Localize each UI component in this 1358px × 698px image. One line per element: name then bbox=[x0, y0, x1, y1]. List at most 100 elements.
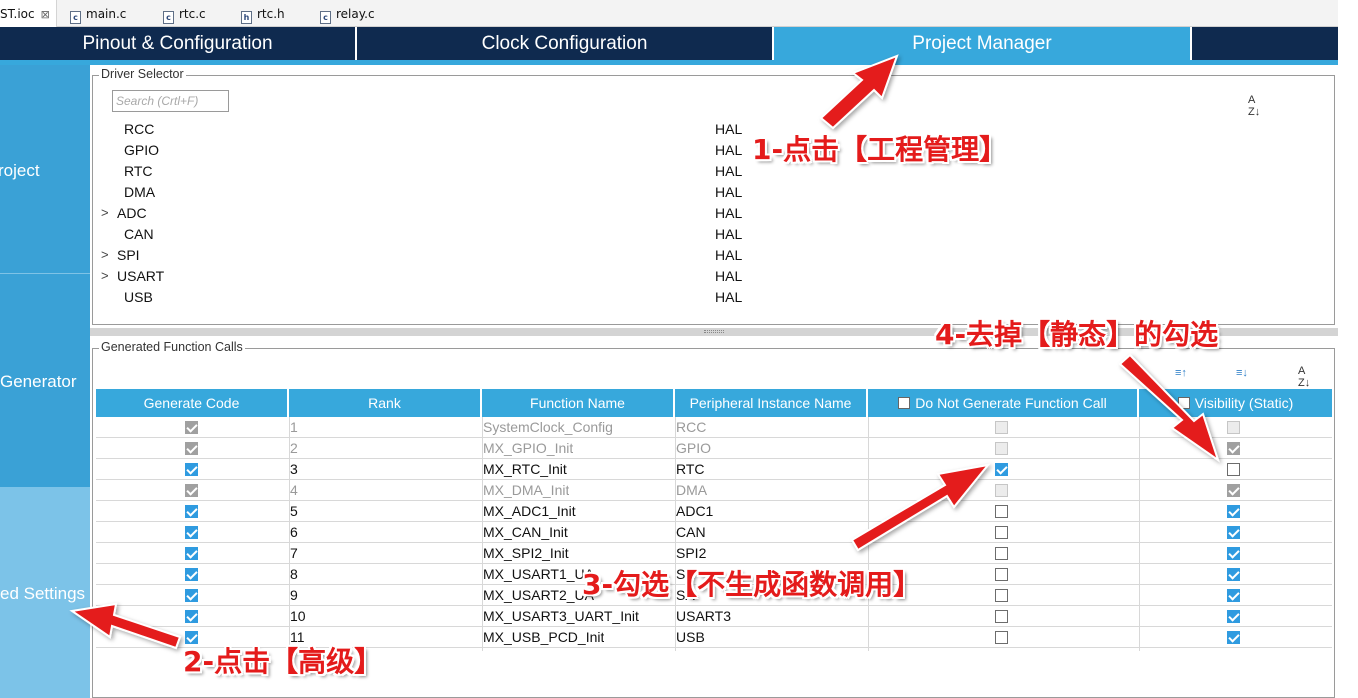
driver-row[interactable]: DMA HAL bbox=[93, 184, 793, 205]
do-not-generate-checkbox[interactable] bbox=[995, 463, 1008, 476]
instance-name-cell: USB bbox=[676, 629, 705, 645]
editor-tab-main-c[interactable]: c main.c bbox=[70, 0, 126, 27]
driver-row[interactable]: CAN HAL bbox=[93, 226, 793, 247]
close-icon[interactable]: ⊠ bbox=[41, 8, 50, 21]
editor-tab-relay-c[interactable]: c relay.c bbox=[320, 0, 375, 27]
driver-type[interactable]: HAL bbox=[715, 184, 742, 200]
driver-type[interactable]: HAL bbox=[715, 205, 742, 221]
generate-code-checkbox[interactable] bbox=[185, 442, 198, 455]
instance-name-cell: CAN bbox=[676, 524, 706, 540]
table-row[interactable]: 7 MX_SPI2_Init SPI2 bbox=[96, 543, 1332, 564]
driver-type[interactable]: HAL bbox=[715, 247, 742, 263]
c-file-icon: c bbox=[70, 11, 81, 24]
table-row[interactable]: 3 MX_RTC_Init RTC bbox=[96, 459, 1332, 480]
driver-type[interactable]: HAL bbox=[715, 289, 742, 305]
table-row[interactable]: 1 SystemClock_Config RCC bbox=[96, 417, 1332, 438]
generate-code-checkbox[interactable] bbox=[185, 547, 198, 560]
driver-row[interactable]: > USART HAL bbox=[93, 268, 793, 289]
visibility-static-checkbox[interactable] bbox=[1227, 568, 1240, 581]
expand-chevron-icon[interactable]: > bbox=[101, 205, 109, 220]
visibility-static-checkbox[interactable] bbox=[1227, 631, 1240, 644]
search-input[interactable]: Search (Crtl+F) bbox=[112, 90, 229, 112]
driver-row[interactable]: > ADC HAL bbox=[93, 205, 793, 226]
driver-row[interactable]: > SPI HAL bbox=[93, 247, 793, 268]
table-row[interactable]: 5 MX_ADC1_Init ADC1 bbox=[96, 501, 1332, 522]
table-row[interactable]: 10 MX_USART3_UART_Init USART3 bbox=[96, 606, 1332, 627]
driver-row[interactable]: RCC HAL bbox=[93, 121, 793, 142]
generate-code-checkbox[interactable] bbox=[185, 610, 198, 623]
do-not-generate-checkbox[interactable] bbox=[995, 505, 1008, 518]
column-header-rank[interactable]: Rank bbox=[289, 389, 482, 417]
generate-code-checkbox[interactable] bbox=[185, 484, 198, 497]
driver-type[interactable]: HAL bbox=[715, 226, 742, 242]
column-header-visibility-static[interactable]: Visibility (Static) bbox=[1139, 389, 1332, 417]
expand-chevron-icon[interactable]: > bbox=[101, 247, 109, 262]
sort-az-icon[interactable]: A Z↓ bbox=[1248, 94, 1260, 118]
generate-code-checkbox[interactable] bbox=[185, 568, 198, 581]
sidebar-item-code-generator[interactable]: Generator bbox=[0, 274, 90, 487]
do-not-generate-checkbox[interactable] bbox=[995, 442, 1008, 455]
do-not-generate-checkbox[interactable] bbox=[995, 547, 1008, 560]
do-not-generate-checkbox[interactable] bbox=[995, 421, 1008, 434]
table-row[interactable]: 4 MX_DMA_Init DMA bbox=[96, 480, 1332, 501]
generate-code-checkbox[interactable] bbox=[185, 421, 198, 434]
panel-title: Generated Function Calls bbox=[99, 340, 245, 354]
visibility-static-checkbox[interactable] bbox=[1227, 463, 1240, 476]
driver-type[interactable]: HAL bbox=[715, 268, 742, 284]
sort-az-icon[interactable]: A Z↓ bbox=[1298, 365, 1310, 389]
driver-type[interactable]: HAL bbox=[715, 163, 742, 179]
editor-tab-ioc[interactable]: ST.ioc ⊠ bbox=[0, 0, 57, 27]
h-file-icon: h bbox=[241, 11, 252, 24]
header-checkbox[interactable] bbox=[898, 397, 911, 409]
c-file-icon: c bbox=[163, 11, 174, 24]
visibility-static-checkbox[interactable] bbox=[1227, 610, 1240, 623]
do-not-generate-checkbox[interactable] bbox=[995, 484, 1008, 497]
visibility-static-checkbox[interactable] bbox=[1227, 547, 1240, 560]
tab-pinout-configuration[interactable]: Pinout & Configuration bbox=[0, 27, 357, 60]
editor-tab-rtc-h[interactable]: h rtc.h bbox=[241, 0, 285, 27]
column-header-generate-code[interactable]: Generate Code bbox=[96, 389, 289, 417]
generate-code-checkbox[interactable] bbox=[185, 589, 198, 602]
driver-type[interactable]: HAL bbox=[715, 142, 742, 158]
table-row[interactable]: 2 MX_GPIO_Init GPIO bbox=[96, 438, 1332, 459]
generate-code-checkbox[interactable] bbox=[185, 505, 198, 518]
column-header-function-name[interactable]: Function Name bbox=[482, 389, 675, 417]
visibility-static-checkbox[interactable] bbox=[1227, 421, 1240, 434]
driver-type[interactable]: HAL bbox=[715, 121, 742, 137]
visibility-static-checkbox[interactable] bbox=[1227, 526, 1240, 539]
visibility-static-checkbox[interactable] bbox=[1227, 589, 1240, 602]
rank-cell: 2 bbox=[290, 440, 298, 456]
move-down-icon[interactable]: ≡↓ bbox=[1236, 367, 1248, 379]
visibility-static-checkbox[interactable] bbox=[1227, 505, 1240, 518]
do-not-generate-checkbox[interactable] bbox=[995, 589, 1008, 602]
function-name-cell: MX_GPIO_Init bbox=[483, 440, 574, 456]
do-not-generate-checkbox[interactable] bbox=[995, 631, 1008, 644]
column-header-do-not-generate[interactable]: Do Not Generate Function Call bbox=[868, 389, 1139, 417]
generate-code-checkbox[interactable] bbox=[185, 526, 198, 539]
sidebar-item-label: roject bbox=[0, 161, 40, 180]
sidebar-item-advanced-settings[interactable]: ed Settings bbox=[0, 487, 90, 698]
function-name-cell: MX_SPI2_Init bbox=[483, 545, 569, 561]
editor-tab-rtc-c[interactable]: c rtc.c bbox=[163, 0, 206, 27]
visibility-static-checkbox[interactable] bbox=[1227, 442, 1240, 455]
expand-chevron-icon[interactable]: > bbox=[101, 268, 109, 283]
generate-code-checkbox[interactable] bbox=[185, 463, 198, 476]
function-name-cell: MX_USB_PCD_Init bbox=[483, 629, 605, 645]
splitter-grip[interactable] bbox=[704, 330, 724, 333]
driver-row[interactable]: RTC HAL bbox=[93, 163, 793, 184]
function-name-cell: MX_USART2_UA bbox=[483, 587, 595, 603]
tab-project-manager[interactable]: Project Manager bbox=[774, 27, 1192, 60]
do-not-generate-checkbox[interactable] bbox=[995, 526, 1008, 539]
driver-row[interactable]: USB HAL bbox=[93, 289, 793, 310]
column-header-peripheral-instance[interactable]: Peripheral Instance Name bbox=[675, 389, 868, 417]
do-not-generate-checkbox[interactable] bbox=[995, 568, 1008, 581]
move-up-icon[interactable]: ≡↑ bbox=[1175, 367, 1187, 379]
header-checkbox[interactable] bbox=[1177, 397, 1190, 409]
driver-selector-panel: Driver Selector Search (Crtl+F) A Z↓ RCC H… bbox=[92, 67, 1335, 325]
visibility-static-checkbox[interactable] bbox=[1227, 484, 1240, 497]
table-row[interactable]: 6 MX_CAN_Init CAN bbox=[96, 522, 1332, 543]
sidebar-item-project[interactable]: roject bbox=[0, 65, 90, 273]
driver-row[interactable]: GPIO HAL bbox=[93, 142, 793, 163]
do-not-generate-checkbox[interactable] bbox=[995, 610, 1008, 623]
tab-clock-configuration[interactable]: Clock Configuration bbox=[357, 27, 774, 60]
